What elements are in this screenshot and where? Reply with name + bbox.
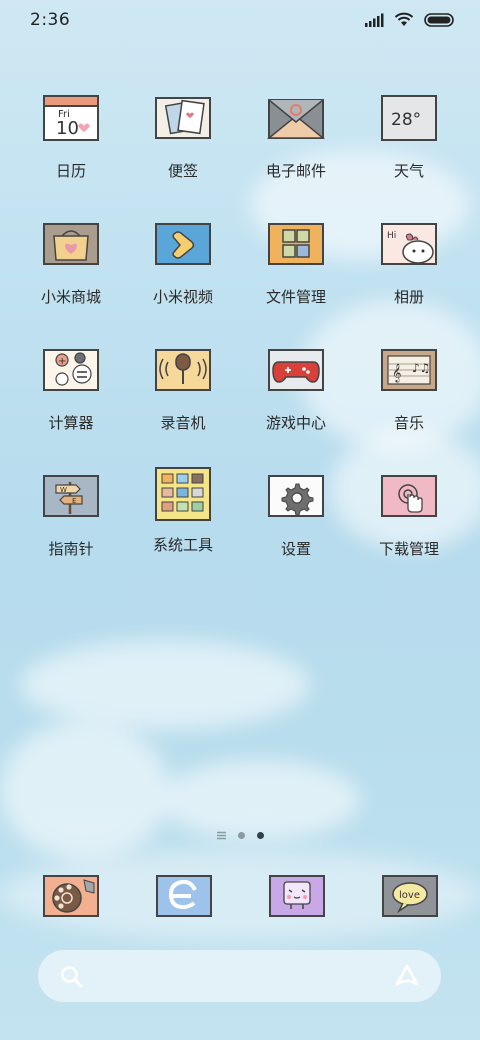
app-label: 游戏中心 [265,414,326,432]
notes-icon [155,97,211,139]
app-label: 录音机 [160,414,206,432]
app-email[interactable]: 电子邮件 [241,88,351,198]
app-game-center[interactable]: 游戏中心 [241,340,351,450]
app-label: 小米视频 [152,288,213,306]
app-label: 下载管理 [378,540,439,558]
phone-icon[interactable] [40,870,102,922]
compass-icon: W E [43,475,99,517]
app-settings[interactable]: 设置 [241,466,351,576]
app-label: 相册 [393,288,424,306]
status-time: 2:36 [30,10,71,30]
app-label: 文件管理 [265,288,326,306]
app-label: 天气 [393,162,424,180]
svg-text:𝄞: 𝄞 [392,363,401,383]
store-icon [43,223,99,265]
assistant-icon[interactable] [266,870,328,922]
page-dot[interactable] [237,831,245,839]
home-screen: 2:36 Fri 10 日历 便签 电子邮件 28° 天气 小米商城 小米视频 … [0,0,480,1040]
app-gallery[interactable]: Hi 相册 [354,214,464,324]
battery-icon [424,12,454,27]
messages-icon[interactable]: love [379,870,441,922]
file-manager-icon [268,223,324,265]
weather-icon: 28° [381,95,437,141]
app-label: 便签 [167,162,198,180]
svg-text:10: 10 [56,118,79,139]
system-tools-icon [155,467,211,521]
app-download-manager[interactable]: 下载管理 [354,466,464,576]
app-label: 指南针 [48,540,94,558]
svg-text:♪♫: ♪♫ [412,361,430,375]
app-compass[interactable]: W E 指南针 [16,466,126,576]
app-label: 系统工具 [152,536,213,554]
app-calculator[interactable]: + 计算器 [16,340,126,450]
email-icon [266,99,326,139]
browser-icon[interactable] [153,870,215,922]
app-label: 日历 [55,162,86,180]
calendar-icon: Fri 10 [43,95,99,141]
list-icon [216,831,226,839]
svg-text:E: E [72,497,76,505]
svg-text:love: love [399,890,420,901]
app-music[interactable]: 𝄞 ♪♫ 音乐 [354,340,464,450]
app-mi-store[interactable]: 小米商城 [16,214,126,324]
svg-text:Hi: Hi [387,231,396,241]
app-mi-video[interactable]: 小米视频 [128,214,238,324]
app-weather[interactable]: 28° 天气 [354,88,464,198]
gallery-icon: Hi [381,223,437,265]
settings-icon [268,475,324,517]
app-label: 音乐 [393,414,424,432]
recorder-icon [155,349,211,391]
app-notes[interactable]: 便签 [128,88,238,198]
video-icon [155,223,211,265]
app-system-tools[interactable]: 系统工具 [128,466,238,576]
app-label: 计算器 [48,414,94,432]
signal-icon [365,13,384,27]
status-bar: 2:36 [0,0,480,44]
app-label: 小米商城 [40,288,101,306]
app-label: 设置 [280,540,311,558]
page-indicator[interactable] [0,828,480,842]
wifi-icon [394,12,414,26]
svg-text:W: W [60,486,67,494]
search-icon[interactable] [60,965,83,988]
app-label: 电子邮件 [265,162,326,180]
search-bar[interactable] [38,950,441,1002]
svg-text:28°: 28° [391,110,421,130]
app-recorder[interactable]: 录音机 [128,340,238,450]
app-file-manager[interactable]: 文件管理 [241,214,351,324]
app-calendar[interactable]: Fri 10 日历 [16,88,126,198]
game-center-icon [268,349,324,391]
app-vault-icon[interactable] [393,964,421,988]
calculator-icon: + [43,349,99,391]
download-manager-icon [381,475,437,517]
svg-text:+: + [58,356,66,367]
page-dot-active[interactable] [256,831,264,839]
cloud-decoration [20,640,310,730]
music-icon: 𝄞 ♪♫ [381,349,437,391]
